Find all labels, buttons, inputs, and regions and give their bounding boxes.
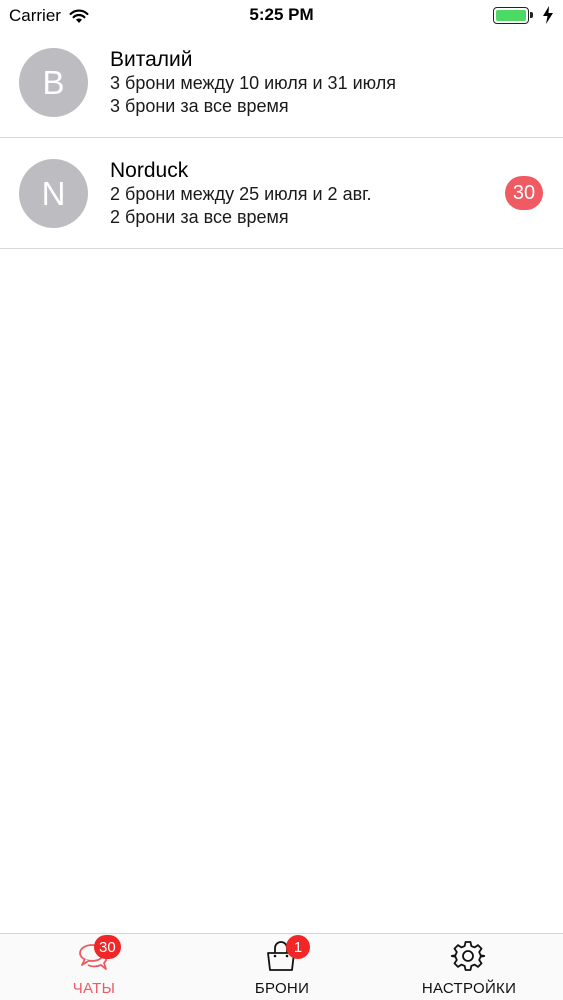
chat-row-norduck[interactable]: N Norduck 2 брони между 25 июля и 2 авг.… xyxy=(0,138,563,249)
chat-list-screen: Carrier 5:25 PM В Виталий 3 брони между … xyxy=(0,0,563,1000)
chat-list: В Виталий 3 брони между 10 июля и 31 июл… xyxy=(0,27,563,249)
tab-chats-label: ЧАТЫ xyxy=(72,980,116,997)
battery-icon xyxy=(493,7,533,24)
battery-level xyxy=(496,10,526,21)
gear-icon xyxy=(450,941,486,971)
status-bar: Carrier 5:25 PM xyxy=(0,0,563,30)
tab-settings-label: НАСТРОЙКИ xyxy=(421,980,517,997)
tab-bar: 30 ЧАТЫ 1 БРОНИ НАСТРОЙКИ xyxy=(0,933,563,1000)
tab-bookings[interactable]: 1 БРОНИ xyxy=(188,934,376,1000)
chat-name: Norduck xyxy=(110,159,189,182)
avatar: В xyxy=(19,48,88,117)
tab-chats[interactable]: 30 ЧАТЫ xyxy=(0,934,188,1000)
charging-bolt-icon xyxy=(543,6,553,24)
clock: 5:25 PM xyxy=(249,5,314,24)
avatar: N xyxy=(19,159,88,228)
booking-total-summary: 2 брони за все время xyxy=(110,207,289,227)
chat-name: Виталий xyxy=(110,48,193,71)
chat-row-vitaliy[interactable]: В Виталий 3 брони между 10 июля и 31 июл… xyxy=(0,27,563,138)
booking-range-summary: 2 брони между 25 июля и 2 авг. xyxy=(110,184,372,204)
tab-bookings-icon-wrap: 1 xyxy=(264,935,310,973)
chat-info: Виталий 3 брони между 10 июля и 31 июля … xyxy=(110,48,396,118)
chat-info: Norduck 2 брони между 25 июля и 2 авг. 2… xyxy=(110,159,372,229)
unread-count-badge: 30 xyxy=(505,176,543,210)
tab-bookings-label: БРОНИ xyxy=(254,980,310,997)
booking-range-summary: 3 брони между 10 июля и 31 июля xyxy=(110,73,396,93)
bookings-badge: 1 xyxy=(286,935,310,959)
tab-settings[interactable]: НАСТРОЙКИ xyxy=(375,934,563,1000)
tab-settings-icon-wrap xyxy=(450,939,487,973)
battery-cap xyxy=(530,12,533,18)
booking-total-summary: 3 брони за все время xyxy=(110,96,289,116)
chats-badge: 30 xyxy=(94,935,121,959)
tab-chats-icon-wrap: 30 xyxy=(76,935,121,973)
